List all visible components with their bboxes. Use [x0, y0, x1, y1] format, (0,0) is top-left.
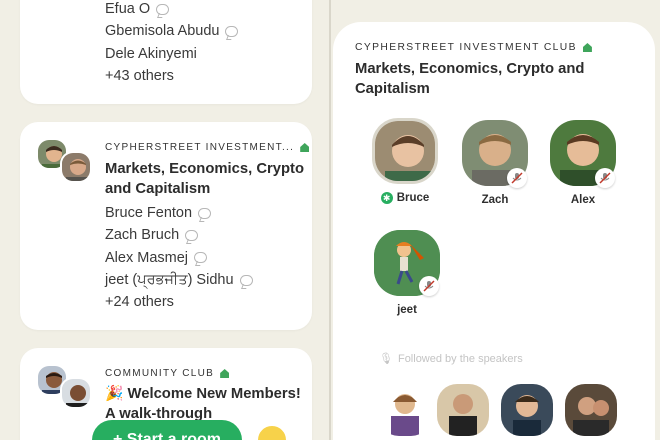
muted-mic-icon [419, 276, 439, 296]
room-card[interactable]: Efua O Gbemisola Abudu Dele Akinyemi +43… [20, 0, 312, 104]
start-room-button[interactable]: + Start a room [92, 420, 242, 440]
speech-bubble-icon [198, 207, 212, 219]
speaker-name: Alex [570, 194, 596, 206]
speaker-name: Alex Masmej [105, 247, 253, 269]
microphone-icon: 🎙 [379, 353, 393, 365]
avatar[interactable] [501, 384, 553, 436]
room-avatars [36, 364, 96, 414]
speech-bubble-icon [225, 25, 239, 37]
house-icon [220, 369, 230, 378]
speaker-name: Dele Akinyemi [105, 45, 197, 62]
speech-bubble-icon [194, 252, 207, 264]
club-name: COMMUNITY CLUB [105, 368, 230, 379]
speech-bubble-icon [156, 3, 170, 15]
speech-bubble-icon [239, 274, 253, 286]
club-name: CYPHERSTREET INVESTMENT... [105, 142, 310, 153]
speaker-name: jeet (ਪ੍ਰਭਜੀਤ) Sidhu [105, 269, 253, 291]
speaker-tile[interactable]: Alex [543, 120, 623, 206]
muted-mic-icon [595, 168, 615, 188]
others-count: +43 others [105, 67, 174, 84]
house-icon [582, 43, 592, 52]
avatar [60, 377, 92, 409]
speaker-name: Zach Bruch [105, 224, 253, 246]
room-title: Markets, Economics, Crypto and Capitalis… [105, 161, 304, 197]
speech-bubble-icon [185, 229, 199, 241]
avatar [60, 151, 92, 183]
speaker-name: Zach [481, 194, 509, 206]
others-count: +24 others [105, 294, 174, 311]
speaker-name: jeet [397, 304, 417, 316]
room-sheet: CYPHERSTREET INVESTMENT CLUB Markets, Ec… [333, 22, 655, 440]
speaker-name: Gbemisola Abudu [105, 20, 239, 42]
avatar [372, 118, 438, 184]
club-name[interactable]: CYPHERSTREET INVESTMENT CLUB [355, 42, 592, 53]
speaker-list: Efua O Gbemisola Abudu Dele Akinyemi +43… [105, 0, 239, 87]
section-label: 🎙 Followed by the speakers [379, 352, 523, 366]
house-icon [300, 143, 310, 152]
avatar[interactable] [565, 384, 617, 436]
speaker-tile[interactable]: Zach [455, 120, 535, 206]
muted-mic-icon [507, 168, 527, 188]
speaker-name: Bruce Fenton [105, 202, 253, 224]
room-card[interactable]: CYPHERSTREET INVESTMENT... Markets, Econ… [20, 122, 312, 330]
speaker-name: Efua O [105, 0, 238, 20]
room-title: 🎉 Welcome New Members! A walk-through [105, 386, 301, 422]
room-avatars [36, 138, 96, 188]
speaker-name: ✱ Bruce [365, 192, 445, 204]
avatar[interactable] [437, 384, 489, 436]
moderator-star-icon: ✱ [380, 192, 393, 204]
room-view: CYPHERSTREET INVESTMENT CLUB Markets, Ec… [331, 0, 660, 440]
speaker-tile[interactable]: ✱ Bruce [365, 118, 445, 204]
speaker-tile[interactable]: jeet [367, 230, 447, 316]
hallway-feed: Efua O Gbemisola Abudu Dele Akinyemi +43… [0, 0, 330, 440]
avatar[interactable] [379, 384, 431, 436]
room-title: Markets, Economics, Crypto and Capitalis… [355, 61, 585, 97]
speaker-list: Bruce Fenton Zach Bruch Alex Masmej jeet… [105, 202, 253, 313]
